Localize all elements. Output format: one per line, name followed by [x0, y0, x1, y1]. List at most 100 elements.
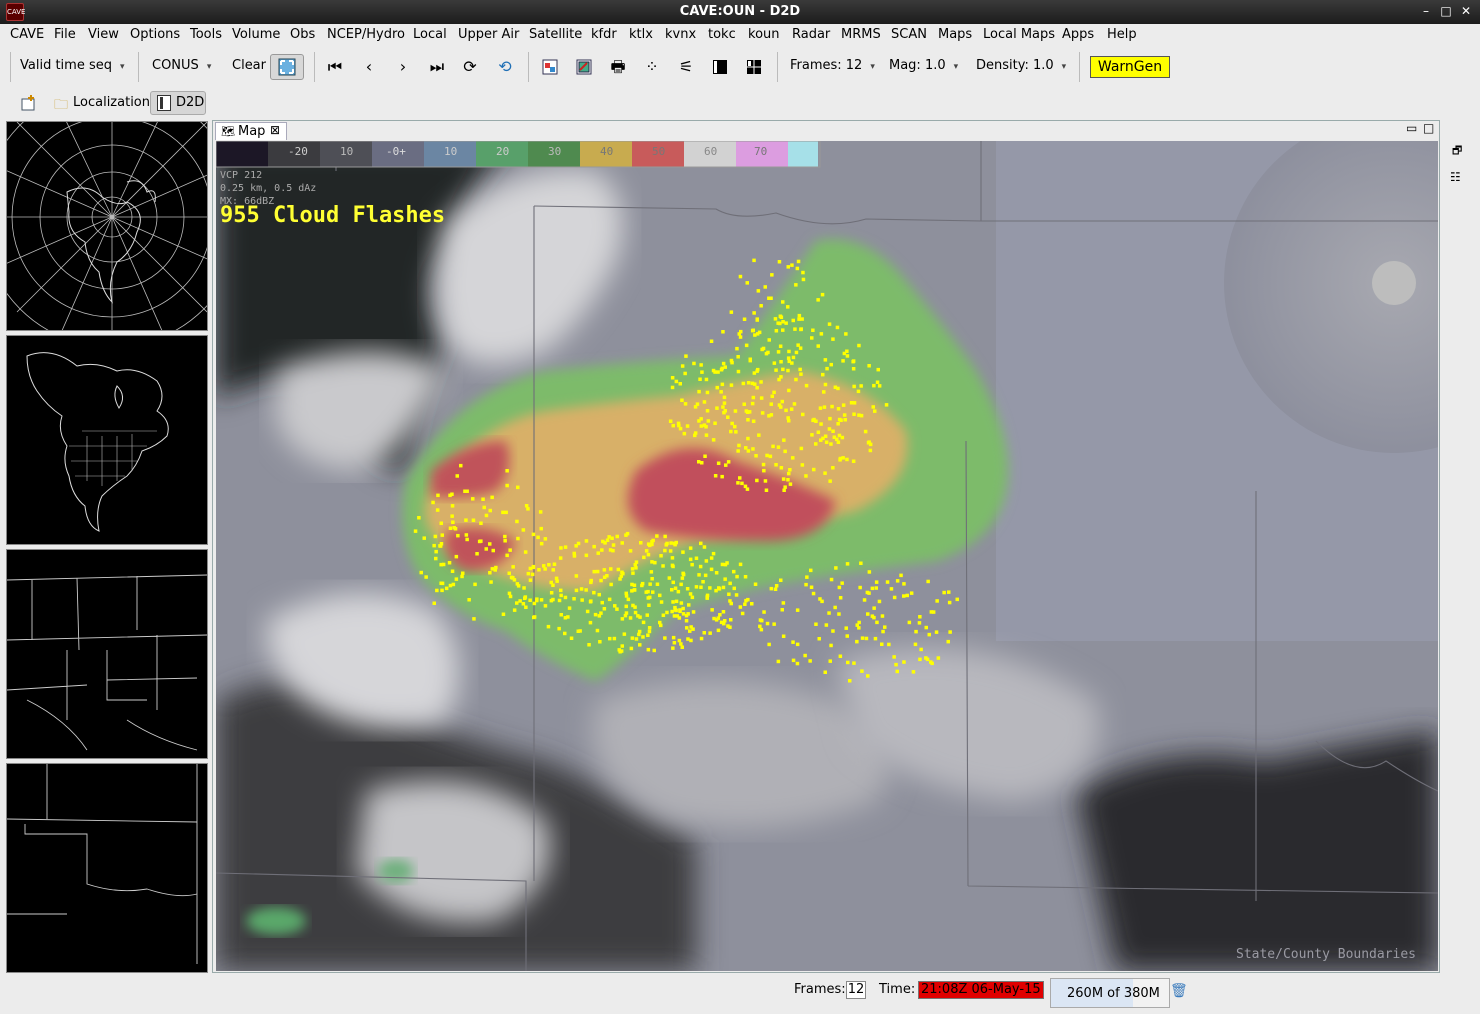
baselines-icon[interactable]: ⚟ — [675, 56, 697, 78]
menu-koun[interactable]: koun — [748, 27, 780, 42]
lightning-flash-dot — [804, 383, 809, 388]
d2d-perspective-button[interactable]: D2D — [150, 91, 206, 115]
lightning-flash-dot — [704, 377, 709, 382]
menu-upper-air[interactable]: Upper Air — [458, 27, 519, 42]
lightning-flash-dot — [602, 575, 607, 579]
lightning-flash-dot — [855, 639, 859, 644]
lightning-flash-dot — [899, 573, 903, 578]
maximize-button[interactable]: □ — [1438, 3, 1454, 19]
minimize-view-icon[interactable]: ▭ — [1406, 121, 1417, 135]
lightning-flash-dot — [866, 612, 870, 616]
menu-ncep-hydro[interactable]: NCEP/Hydro — [327, 27, 405, 42]
previous-frame-icon[interactable]: ‹ — [358, 56, 380, 78]
overlay-properties-icon[interactable] — [573, 56, 595, 78]
lightning-flash-dot — [870, 586, 875, 591]
radar-map-display[interactable]: -20 10 -0+ 10 20 30 40 50 60 70 VCP 212 … — [216, 141, 1438, 971]
lightning-flash-dot — [691, 610, 696, 614]
close-button[interactable]: ✕ — [1458, 3, 1474, 19]
menu-tokc[interactable]: tokc — [708, 27, 736, 42]
lightning-flash-dot — [804, 582, 808, 587]
restore-icon[interactable]: 🗗 — [1452, 142, 1462, 161]
lightning-flash-dot — [817, 637, 821, 641]
lightning-flash-dot — [860, 636, 865, 640]
lightning-flash-dot — [543, 567, 547, 571]
lightning-flash-dot — [892, 655, 896, 659]
lightning-flash-dot — [808, 659, 812, 663]
tree-view-icon[interactable]: ☷ — [1450, 170, 1461, 184]
warngen-button[interactable]: WarnGen — [1090, 56, 1170, 78]
menu-help[interactable]: Help — [1107, 27, 1137, 42]
thumbnail-north-polar[interactable] — [6, 121, 208, 331]
menu-kfdr[interactable]: kfdr — [591, 27, 617, 42]
menu-ktlx[interactable]: ktlx — [629, 27, 653, 42]
lightning-flash-dot — [822, 405, 827, 409]
mag-dropdown[interactable]: Mag: 1.0 ▾ — [889, 58, 958, 73]
lightning-flash-dot — [639, 541, 643, 545]
loop-icon[interactable]: ⟳ — [459, 56, 481, 78]
localization-perspective-button[interactable]: 🗀 Localization — [52, 93, 150, 113]
menu-options[interactable]: Options — [130, 27, 180, 42]
image-properties-icon[interactable] — [539, 56, 561, 78]
lightning-flash-dot — [823, 358, 828, 362]
print-icon[interactable]: 🖶 — [607, 56, 629, 78]
refresh-icon[interactable]: ⟲ — [494, 56, 516, 78]
menu-maps[interactable]: Maps — [938, 27, 972, 42]
thumbnail-state[interactable] — [6, 763, 208, 973]
lightning-flash-dot — [674, 379, 679, 384]
frames-status-value: 12 — [846, 981, 866, 999]
lightning-flash-dot — [679, 582, 683, 587]
lightning-flash-dot — [801, 412, 805, 417]
menu-local[interactable]: Local — [413, 27, 447, 42]
valid-time-dropdown[interactable]: Valid time seq ▾ — [20, 58, 125, 73]
last-frame-icon[interactable]: ⏭ — [426, 56, 448, 78]
lightning-flash-dot — [934, 630, 939, 634]
menu-cave[interactable]: CAVE — [10, 27, 44, 42]
menu-radar[interactable]: Radar — [792, 27, 830, 42]
menu-scan[interactable]: SCAN — [891, 27, 927, 42]
trash-icon[interactable]: 🗑 — [1170, 983, 1188, 999]
lightning-flash-dot — [611, 543, 616, 547]
minimize-button[interactable]: – — [1418, 3, 1434, 19]
lightning-flash-dot — [868, 448, 873, 453]
first-frame-icon[interactable]: ⏮ — [324, 56, 346, 78]
lightning-flash-dot — [491, 548, 495, 553]
lightning-flash-dot — [459, 463, 463, 468]
lightning-flash-dot — [646, 542, 651, 546]
menu-local-maps[interactable]: Local Maps — [983, 27, 1055, 42]
thumbnail-regional[interactable] — [6, 549, 208, 759]
lightning-flash-dot — [697, 573, 701, 577]
fullscreen-button[interactable] — [270, 54, 304, 80]
menu-file[interactable]: File — [54, 27, 76, 42]
lightning-flash-dot — [526, 571, 531, 576]
lightning-flash-dot — [615, 607, 619, 611]
state-map-graphic — [7, 764, 198, 964]
frames-dropdown[interactable]: Frames: 12 ▾ — [790, 58, 875, 73]
menu-kvnx[interactable]: kvnx — [665, 27, 696, 42]
next-frame-icon[interactable]: › — [392, 56, 414, 78]
menu-mrms[interactable]: MRMS — [841, 27, 881, 42]
tab-map[interactable]: 🗺 Map ⊠ — [215, 122, 287, 140]
clear-button[interactable]: Clear — [232, 58, 266, 73]
close-tab-icon[interactable]: ⊠ — [270, 123, 280, 137]
four-panel-icon[interactable] — [743, 56, 765, 78]
menu-apps[interactable]: Apps — [1062, 27, 1094, 42]
menu-obs[interactable]: Obs — [290, 27, 315, 42]
scale-dropdown[interactable]: CONUS ▾ — [152, 58, 211, 73]
lightning-flash-dot — [559, 588, 563, 593]
lightning-flash-dot — [746, 381, 751, 385]
lightning-flash-dot — [849, 401, 854, 405]
thumbnail-north-america[interactable] — [6, 335, 208, 545]
menu-satellite[interactable]: Satellite — [529, 27, 582, 42]
open-perspective-icon[interactable] — [20, 94, 38, 112]
menu-volume[interactable]: Volume — [232, 27, 280, 42]
menu-view[interactable]: View — [88, 27, 119, 42]
points-icon[interactable]: ⁘ — [641, 56, 663, 78]
single-panel-icon[interactable] — [709, 56, 731, 78]
lightning-flash-dot — [917, 621, 922, 625]
lightning-flash-dot — [740, 481, 744, 486]
lightning-flash-dot — [557, 626, 561, 631]
lightning-flash-dot — [721, 610, 726, 614]
density-dropdown[interactable]: Density: 1.0 ▾ — [976, 58, 1066, 73]
maximize-view-icon[interactable]: □ — [1423, 121, 1434, 135]
menu-tools[interactable]: Tools — [190, 27, 222, 42]
